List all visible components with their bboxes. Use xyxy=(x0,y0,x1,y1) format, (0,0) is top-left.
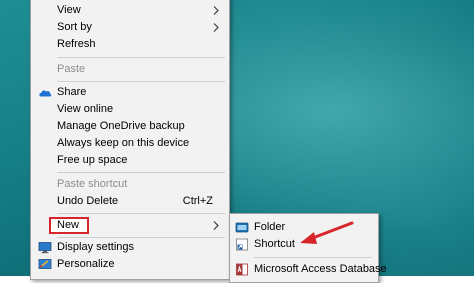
chevron-right-icon xyxy=(213,221,219,230)
menu-item-display-settings[interactable]: Display settings xyxy=(31,239,229,256)
menu-item-sort-by-label: Sort by xyxy=(57,21,92,33)
menu-item-share[interactable]: Share xyxy=(31,84,229,101)
menu-item-manage-onedrive-backup[interactable]: Manage OneDrive backup xyxy=(31,118,229,135)
menu-item-new-label: New xyxy=(57,219,80,231)
display-icon xyxy=(38,242,52,254)
menu-item-personalize[interactable]: Personalize xyxy=(31,256,229,273)
access-database-icon xyxy=(236,263,248,276)
folder-icon xyxy=(235,222,249,233)
menu-item-view-online-label: View online xyxy=(57,103,114,115)
menu-item-display-settings-label: Display settings xyxy=(57,241,135,253)
submenu-item-folder-label: Folder xyxy=(254,221,286,233)
menu-item-manage-onedrive-backup-label: Manage OneDrive backup xyxy=(57,120,185,132)
menu-item-paste-shortcut-label: Paste shortcut xyxy=(57,178,128,190)
menu-item-free-up-space-label: Free up space xyxy=(57,154,128,166)
menu-item-view-online[interactable]: View online xyxy=(31,101,229,118)
menu-item-personalize-label: Personalize xyxy=(57,258,115,270)
menu-item-refresh[interactable]: Refresh xyxy=(31,36,229,53)
menu-item-paste-label: Paste xyxy=(57,63,86,75)
menu-separator xyxy=(57,237,225,238)
menu-item-sort-by[interactable]: Sort by xyxy=(31,19,229,36)
submenu-separator xyxy=(254,257,372,258)
shortcut-icon xyxy=(236,238,248,251)
desktop-context-menu: View Sort by Refresh Paste Share View on… xyxy=(30,0,230,280)
menu-item-refresh-label: Refresh xyxy=(57,38,96,50)
onedrive-cloud-icon xyxy=(39,90,52,97)
menu-item-view[interactable]: View xyxy=(31,2,229,19)
submenu-item-access-database-label: Microsoft Access Database xyxy=(254,263,387,275)
menu-item-always-keep-on-device[interactable]: Always keep on this device xyxy=(31,135,229,152)
menu-item-undo-delete-label: Undo Delete xyxy=(57,195,119,207)
chevron-right-icon xyxy=(213,23,219,32)
annotation-arrow-icon xyxy=(300,221,354,244)
menu-separator xyxy=(57,172,225,173)
menu-item-undo-delete-shortcut: Ctrl+Z xyxy=(182,195,213,207)
submenu-item-access-database[interactable]: Microsoft Access Database xyxy=(230,261,387,278)
menu-item-view-label: View xyxy=(57,4,81,16)
menu-item-always-keep-on-device-label: Always keep on this device xyxy=(57,137,190,149)
submenu-item-shortcut-label: Shortcut xyxy=(254,238,295,250)
menu-separator xyxy=(57,57,225,58)
menu-separator xyxy=(57,81,225,82)
menu-item-share-label: Share xyxy=(57,86,87,98)
personalize-icon xyxy=(38,259,52,269)
menu-item-paste-shortcut[interactable]: Paste shortcut xyxy=(31,176,229,193)
chevron-right-icon xyxy=(213,6,219,15)
menu-item-paste[interactable]: Paste xyxy=(31,61,229,78)
menu-item-new[interactable]: New xyxy=(31,217,229,234)
menu-item-undo-delete[interactable]: Undo Delete Ctrl+Z xyxy=(31,193,229,210)
menu-separator xyxy=(57,213,225,214)
menu-item-free-up-space[interactable]: Free up space xyxy=(31,152,229,169)
